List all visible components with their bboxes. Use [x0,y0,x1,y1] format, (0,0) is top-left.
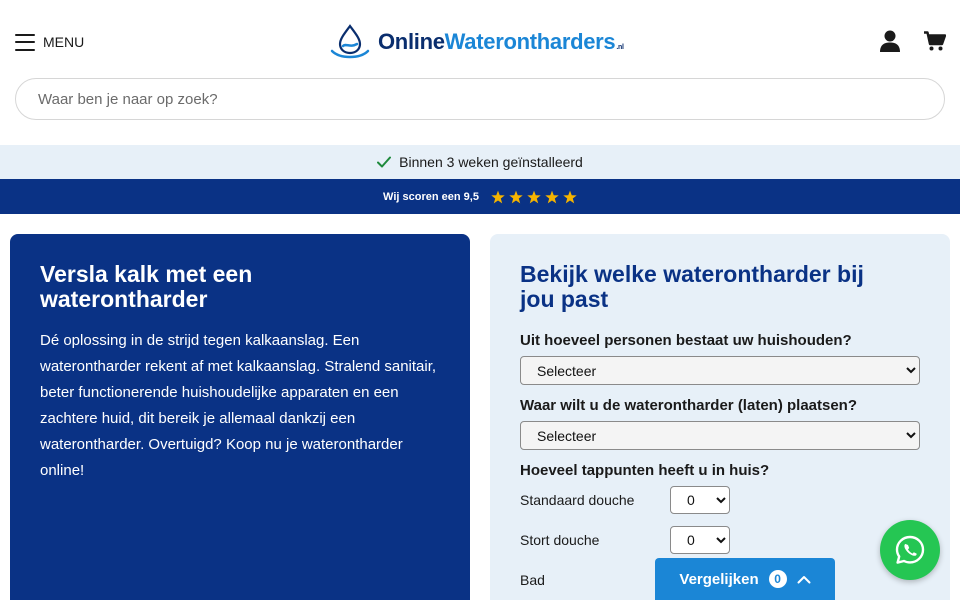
persons-select[interactable]: Selecteer [520,356,920,385]
rating-bar[interactable]: Wij scoren een 9,5 [0,179,960,214]
finder-title: Bekijk welke waterontharder bij jou past [520,261,864,312]
tap-label: Standaard douche [520,492,635,508]
cart-icon[interactable] [924,31,946,51]
check-icon [377,156,392,168]
usp-text: Binnen 3 weken geïnstalleerd [399,154,583,170]
compare-label: Vergelijken [679,570,759,588]
tap-label: Stort douche [520,532,600,548]
user-icon[interactable] [879,30,901,52]
star-icon [491,190,505,203]
compare-count-badge: 0 [768,570,787,588]
water-drop-icon [330,24,370,59]
hero-title: Versla kalk met een waterontharder [40,261,253,312]
menu-label: MENU [43,34,85,50]
search-input[interactable] [15,78,945,120]
rain-shower-select[interactable]: 0 [670,526,730,554]
whatsapp-icon [895,535,925,564]
tap-row: Stort douche 0 [520,526,920,554]
chevron-up-icon [797,575,811,583]
persons-label: Uit hoeveel personen bestaat uw huishoud… [520,332,852,349]
tap-label: Bad [520,572,545,588]
star-icon [509,190,523,203]
hamburger-icon [15,33,35,51]
standard-shower-select[interactable]: 0 [670,486,730,514]
menu-button[interactable]: MENU [15,30,84,54]
site-logo[interactable]: OnlineWaterontharders.nl [330,24,624,60]
usp-bar: Binnen 3 weken geïnstalleerd [0,145,960,179]
star-icon [545,190,559,203]
whatsapp-button[interactable] [880,520,940,580]
hero-body: Dé oplossing in de strijd tegen kalkaans… [40,332,437,479]
rating-stars [491,190,577,204]
location-select[interactable]: Selecteer [520,421,920,450]
logo-text: OnlineWaterontharders.nl [378,29,624,54]
star-icon [527,190,541,203]
site-header: MENU OnlineWaterontharders.nl [0,0,960,145]
compare-button[interactable]: Vergelijken 0 [655,558,835,600]
location-label: Waar wilt u de waterontharder (laten) pl… [520,397,858,414]
rating-text: Wij scoren een 9,5 [383,190,479,203]
star-icon [563,190,577,203]
taps-label: Hoeveel tappunten heeft u in huis? [520,462,770,479]
tap-row: Standaard douche 0 [520,486,920,514]
hero-panel: Versla kalk met een waterontharder Dé op… [10,234,470,600]
